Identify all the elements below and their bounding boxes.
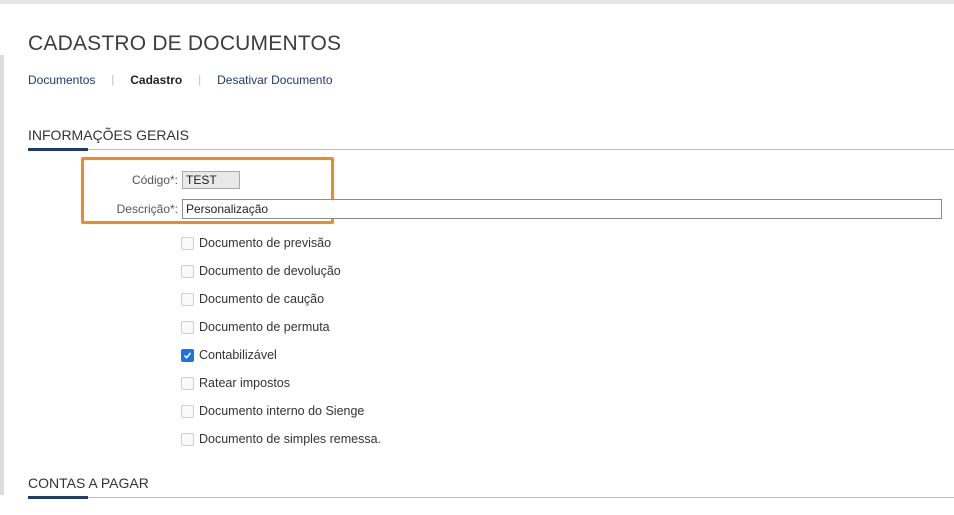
checkbox-documento-interno[interactable]: Documento interno do Sienge: [181, 397, 381, 425]
section-divider: [28, 496, 954, 499]
checkbox-label: Ratear impostos: [199, 376, 291, 390]
descricao-label: Descrição*:: [116, 202, 178, 216]
section-accent: [28, 496, 88, 499]
checkbox-box[interactable]: [181, 292, 194, 306]
breadcrumb-separator: |: [111, 74, 115, 86]
checkbox-ratear-impostos[interactable]: Ratear impostos: [181, 369, 381, 397]
checkbox-box[interactable]: [181, 376, 194, 390]
checkbox-box[interactable]: [181, 236, 194, 250]
breadcrumb-cadastro: Cadastro: [130, 73, 183, 87]
checkbox-documento-caucao[interactable]: Documento de caução: [181, 285, 381, 313]
left-strip: [0, 55, 4, 495]
section-title: CONTAS A PAGAR: [28, 475, 149, 491]
section-divider: [28, 148, 954, 151]
breadcrumb-separator: |: [198, 74, 202, 86]
checkbox-label: Documento de devolução: [199, 264, 341, 278]
codigo-field[interactable]: [182, 171, 240, 189]
section-title: INFORMAÇÕES GERAIS: [28, 127, 190, 143]
checkbox-box[interactable]: [181, 404, 194, 418]
checkbox-label: Documento de previsão: [199, 236, 332, 250]
checkbox-documento-permuta[interactable]: Documento de permuta: [181, 313, 381, 341]
checkbox-documento-previsao[interactable]: Documento de previsão: [181, 229, 381, 257]
checkbox-list: Documento de previsão Documento de devol…: [181, 229, 381, 453]
checkbox-label: Documento de simples remessa.: [199, 432, 382, 446]
checkbox-box[interactable]: [181, 432, 194, 446]
checkbox-box[interactable]: [181, 320, 194, 334]
section-informacoes-gerais: INFORMAÇÕES GERAIS: [28, 127, 954, 151]
checkbox-box[interactable]: [181, 348, 194, 362]
section-contas-a-pagar: CONTAS A PAGAR: [28, 475, 954, 499]
top-strip: [0, 0, 954, 4]
section-accent: [28, 148, 88, 151]
checkbox-label: Contabilizável: [199, 348, 277, 362]
checkbox-box[interactable]: [181, 264, 194, 278]
codigo-row: Código*:: [28, 171, 240, 189]
breadcrumb-desativar-documento[interactable]: Desativar Documento: [217, 73, 332, 87]
checkbox-simples-remessa[interactable]: Documento de simples remessa.: [181, 425, 381, 453]
checkbox-label: Documento interno do Sienge: [199, 404, 365, 418]
checkbox-label: Documento de caução: [199, 292, 325, 306]
codigo-label: Código*:: [131, 173, 178, 187]
checkbox-documento-devolucao[interactable]: Documento de devolução: [181, 257, 381, 285]
breadcrumb: Documentos | Cadastro | Desativar Docume…: [28, 73, 333, 87]
checkbox-label: Documento de permuta: [199, 320, 330, 334]
page-title: CADASTRO DE DOCUMENTOS: [28, 32, 342, 55]
checkbox-contabilizavel[interactable]: Contabilizável: [181, 341, 381, 369]
breadcrumb-documentos[interactable]: Documentos: [28, 73, 95, 87]
descricao-field[interactable]: [182, 199, 942, 219]
descricao-row: Descrição*:: [28, 199, 942, 219]
